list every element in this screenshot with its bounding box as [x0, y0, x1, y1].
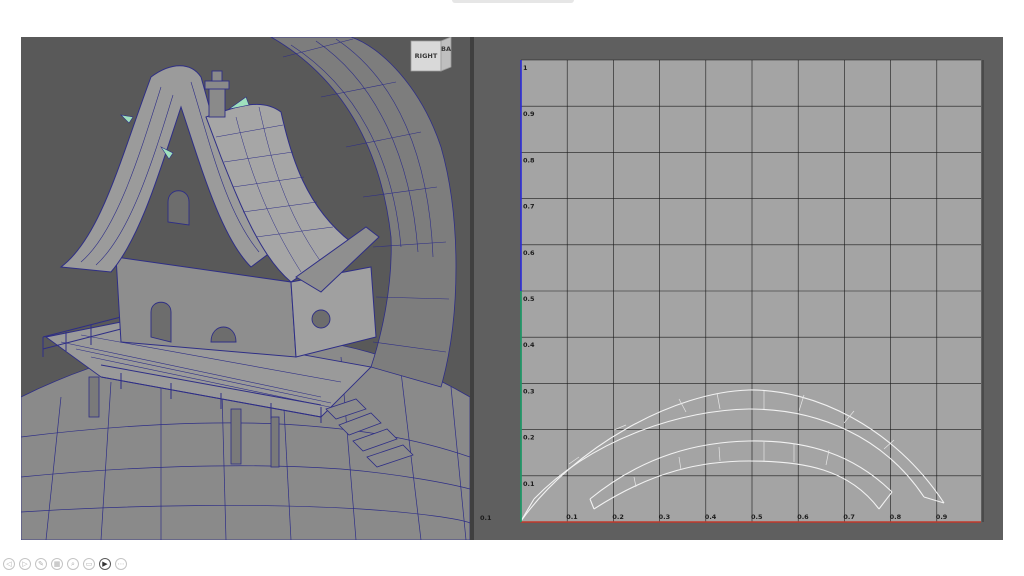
pen-icon: ✎	[38, 559, 44, 568]
camera-button[interactable]: ▶	[99, 558, 111, 570]
perspective-viewport[interactable]: RIGHT BA	[21, 37, 470, 540]
ellipsis-icon: ⋯	[117, 559, 125, 568]
uv-v-tick-label: 1	[523, 64, 528, 72]
uv-v-tick-label: 0.1	[523, 480, 535, 488]
uv-u-tick-label: 0.9	[936, 513, 948, 521]
next-slide-button[interactable]: ▷	[19, 558, 31, 570]
caption-icon: ▭	[85, 559, 93, 568]
uv-u-tick-label: 0.3	[659, 513, 671, 521]
house-body	[115, 256, 297, 358]
uv-v-tick-label: 0.9	[523, 110, 535, 118]
view-cube-face-label: RIGHT	[415, 52, 438, 60]
uv-u-tick-label: 0.7	[843, 513, 855, 521]
uv-u-tick-label: 0.6	[797, 513, 809, 521]
uv-u-tick-label: 0.4	[705, 513, 717, 521]
prev-arrow-icon: ◁	[6, 559, 12, 568]
uv-v-tick-label: 0.8	[523, 156, 535, 164]
uv-v-tick-label: 0.3	[523, 387, 535, 395]
uv-v-tick-label: 0.7	[523, 203, 535, 211]
previous-slide-button[interactable]: ◁	[3, 558, 15, 570]
uv-origin-label: 0.1	[480, 514, 492, 522]
slide-overview-button[interactable]: ▦	[51, 558, 63, 570]
uv-v-tick-label: 0.6	[523, 249, 535, 257]
magnifier-icon: ⌕	[71, 559, 75, 568]
uv-v-tick-label: 0.2	[523, 434, 535, 442]
uv-v-tick-label: 0.4	[523, 341, 535, 349]
uv-u-tick-label: 0.1	[566, 513, 578, 521]
chimney	[204, 70, 230, 118]
presentation-toolbar: ◁ ▷ ✎ ▦ ⌕ ▭ ▶ ⋯	[3, 558, 127, 572]
uv-editor-viewport[interactable]: 1 0.9 0.8 0.7 0.6 0.5 0.4 0.3 0.2 0.1 0.1 0.2 0.3 0.4…	[474, 37, 1003, 540]
view-cube-side-label: BA	[441, 45, 451, 53]
uv-v-tick-label: 0.5	[523, 295, 535, 303]
more-options-button[interactable]: ⋯	[115, 558, 127, 570]
pen-tool-button[interactable]: ✎	[35, 558, 47, 570]
uv-u-tick-label: 0.2	[612, 513, 624, 521]
uv-u-tick-label: 0.8	[890, 513, 902, 521]
zoom-button[interactable]: ⌕	[67, 558, 79, 570]
subtitles-button[interactable]: ▭	[83, 558, 95, 570]
presentation-slide: RIGHT BA 1 0.9 0.8 0.7 0.6 0.5 0.4 0.3 0.2 0.1 0.1…	[0, 0, 1024, 576]
grid-icon: ▦	[53, 559, 61, 568]
next-arrow-icon: ▷	[22, 559, 28, 568]
view-cube[interactable]: RIGHT BA	[410, 37, 452, 72]
camera-icon: ▶	[102, 559, 108, 568]
window-drag-handle[interactable]	[452, 0, 574, 3]
uv-u-tick-label: 0.5	[751, 513, 763, 521]
